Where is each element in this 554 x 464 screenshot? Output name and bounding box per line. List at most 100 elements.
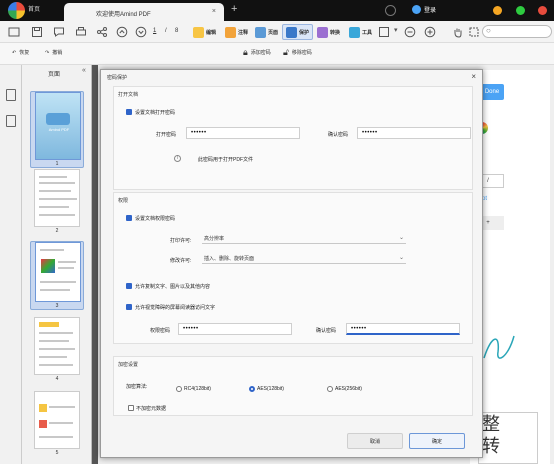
tab-edit-label: 编辑 bbox=[206, 29, 217, 36]
encryption-title: 加密设置 bbox=[118, 362, 139, 368]
zoom-in-icon[interactable] bbox=[424, 26, 436, 38]
allow-reader-label: 允许视觉障碍的屏幕阅读器访问文字 bbox=[135, 305, 216, 311]
add-password-button[interactable]: 🔒︎ 添加密码 bbox=[243, 47, 271, 58]
permission-confirm-field[interactable]: •••••• bbox=[346, 323, 460, 335]
hand-tool-icon[interactable] bbox=[452, 26, 464, 38]
minimize-button[interactable] bbox=[493, 6, 502, 15]
permission-password-checkbox[interactable] bbox=[126, 215, 132, 221]
modify-permission-select[interactable]: 插入、删除、旋转页面 ⌄ bbox=[202, 255, 406, 264]
close-window-button[interactable] bbox=[538, 6, 547, 15]
pages-panel-title: 页面 bbox=[47, 72, 60, 78]
close-dialog-icon[interactable]: × bbox=[471, 72, 476, 81]
maximize-button[interactable] bbox=[516, 6, 525, 15]
page-current[interactable]: 1 bbox=[153, 28, 156, 34]
big-text-box: 整 转 bbox=[478, 412, 538, 464]
pages-icon bbox=[255, 26, 266, 38]
radio-aes-128[interactable] bbox=[249, 386, 255, 392]
tab-document[interactable]: 欢迎使用Amind PDF × bbox=[64, 3, 224, 21]
print-permission-label: 打印许可: bbox=[170, 238, 192, 244]
tab-protect-label: 保护 bbox=[299, 29, 310, 36]
remove-password-label: 移除密码 bbox=[291, 50, 312, 56]
modify-permission-label: 修改许可: bbox=[170, 258, 192, 264]
radio-aes-256[interactable] bbox=[327, 386, 333, 392]
open-confirm-field[interactable]: •••••• bbox=[357, 127, 471, 139]
radio-rc4-128[interactable] bbox=[176, 386, 182, 392]
save-icon[interactable] bbox=[31, 26, 43, 38]
page-number: 2 bbox=[55, 228, 59, 234]
remove-password-button[interactable]: 🔓︎ 移除密码 bbox=[283, 47, 312, 58]
redo-icon: ↷ bbox=[45, 49, 50, 56]
open-password-field[interactable]: •••••• bbox=[186, 127, 300, 139]
tab-home[interactable]: 首页 bbox=[28, 4, 40, 13]
login-label: 登录 bbox=[424, 8, 437, 14]
page-thumb-4[interactable]: 4 bbox=[30, 317, 84, 382]
page-thumb-3[interactable]: 3 bbox=[30, 241, 84, 310]
pages-panel: 页面 « Amind PDF 1 2 3 4 5 bbox=[22, 65, 92, 464]
open-password-hint: 此密码用于打开PDF文件 bbox=[198, 157, 254, 163]
view-mode-icon[interactable] bbox=[378, 26, 390, 38]
permission-password-label: 权限密码 bbox=[150, 328, 171, 334]
collapse-panel-icon[interactable]: « bbox=[82, 67, 86, 74]
add-password-label: 添加密码 bbox=[250, 50, 271, 56]
page-thumb-1[interactable]: Amind PDF 1 bbox=[30, 91, 84, 168]
close-tab-icon[interactable]: × bbox=[212, 8, 216, 15]
page-number: 4 bbox=[55, 376, 59, 382]
signature-stroke bbox=[483, 335, 515, 359]
tools-icon bbox=[349, 26, 360, 38]
open-file-icon[interactable] bbox=[8, 26, 20, 38]
permission-password-checkbox-label: 设置文档权限密码 bbox=[135, 216, 176, 222]
tab-tools[interactable]: 工具 bbox=[346, 24, 375, 40]
search-input[interactable]: ○ bbox=[482, 25, 552, 38]
tab-annotate[interactable]: 注释 bbox=[222, 24, 251, 40]
open-document-title: 打开文档 bbox=[118, 92, 139, 98]
radio-aes-256-label: AES(256bit) bbox=[335, 386, 362, 392]
search-icon: ○ bbox=[486, 26, 491, 35]
print-icon[interactable] bbox=[75, 26, 87, 38]
undo-button[interactable]: ↶ 恢复 bbox=[12, 49, 30, 57]
title-bar: 首页 欢迎使用Amind PDF × + 登录 bbox=[0, 0, 554, 21]
page-thumb-5[interactable]: 5 bbox=[30, 391, 84, 456]
login-button[interactable]: 登录 bbox=[412, 5, 436, 14]
page-down-icon[interactable] bbox=[135, 26, 147, 38]
comment-icon[interactable] bbox=[53, 26, 65, 38]
unlock-icon: 🔓︎ bbox=[283, 47, 289, 57]
password-protection-dialog: 密码保护 × 打开文档 设置文档打开密码 打开密码 •••••• 确认密码 ••… bbox=[100, 69, 483, 458]
thumb-image bbox=[41, 259, 55, 273]
redo-button[interactable]: ↷ 撤销 bbox=[45, 49, 62, 57]
thumb-cover-title: Amind PDF bbox=[48, 127, 70, 132]
permission-password-field[interactable]: •••••• bbox=[178, 323, 292, 335]
thumbnails-icon[interactable] bbox=[6, 89, 16, 101]
page-thumb-2[interactable]: 2 bbox=[30, 169, 84, 234]
lock-icon: 🔒︎ bbox=[243, 47, 248, 57]
page-number: 5 bbox=[55, 450, 59, 456]
thumb-page bbox=[34, 317, 80, 375]
page-number: 3 bbox=[55, 303, 59, 309]
big-char-2: 转 bbox=[482, 436, 500, 456]
tab-convert[interactable]: 转换 bbox=[314, 24, 343, 40]
open-password-checkbox[interactable] bbox=[126, 109, 132, 115]
ok-button[interactable]: 确定 bbox=[409, 433, 465, 449]
info-icon: i bbox=[174, 155, 181, 162]
tab-protect[interactable]: 保护 bbox=[282, 24, 314, 40]
bookmarks-icon[interactable] bbox=[6, 115, 16, 127]
tab-edit[interactable]: 编辑 bbox=[190, 24, 219, 40]
help-icon[interactable] bbox=[385, 5, 396, 16]
chevron-down-icon: ⌄ bbox=[398, 235, 404, 241]
radio-aes-128-label: AES(128bit) bbox=[257, 386, 284, 392]
select-tool-icon[interactable] bbox=[468, 26, 480, 38]
no-encrypt-metadata-checkbox[interactable] bbox=[128, 405, 134, 411]
allow-reader-checkbox[interactable] bbox=[126, 304, 132, 310]
add-tab-button[interactable]: + bbox=[231, 3, 237, 15]
page-up-icon[interactable] bbox=[116, 26, 128, 38]
undo-icon: ↶ bbox=[12, 49, 17, 56]
tab-pages[interactable]: 页面 bbox=[252, 24, 281, 40]
cancel-button[interactable]: 取消 bbox=[347, 433, 403, 449]
modify-permission-value: 插入、删除、旋转页面 bbox=[204, 256, 255, 262]
print-permission-select[interactable]: 高分辨率 ⌄ bbox=[202, 235, 406, 244]
print-permission-value: 高分辨率 bbox=[204, 236, 225, 242]
done-button[interactable]: Done bbox=[480, 84, 504, 100]
allow-copy-checkbox[interactable] bbox=[126, 283, 132, 289]
zoom-out-icon[interactable] bbox=[404, 26, 416, 38]
share-icon[interactable] bbox=[96, 26, 108, 38]
undo-label: 恢复 bbox=[19, 50, 30, 56]
